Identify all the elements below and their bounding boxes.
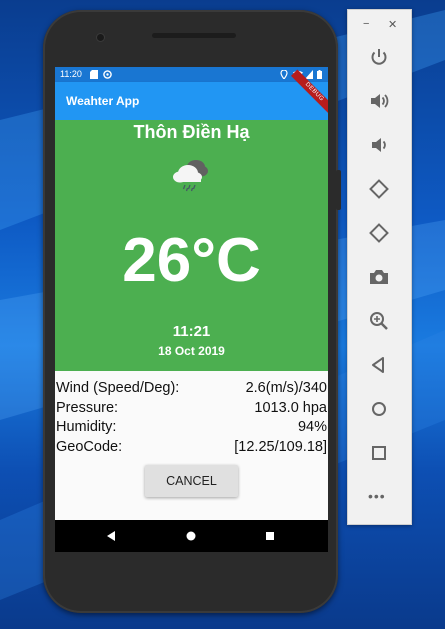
rotate-left-icon[interactable] <box>367 177 391 201</box>
camera-icon[interactable] <box>367 265 391 289</box>
cancel-button[interactable]: CANCEL <box>145 465 238 497</box>
battery-icon <box>317 70 322 79</box>
pressure-label: Pressure: <box>56 399 119 416</box>
minimize-button[interactable]: − <box>363 18 369 30</box>
wind-value: 2.6(m/s)/340 <box>245 380 327 396</box>
power-icon[interactable] <box>367 45 391 69</box>
rotate-right-icon[interactable] <box>367 221 391 245</box>
home-icon[interactable] <box>184 529 198 543</box>
back-icon[interactable] <box>104 529 118 543</box>
status-bar: 11:20 <box>55 67 328 82</box>
detail-row-pressure: Pressure: 1013.0 hpa <box>55 399 328 419</box>
emulator-control-panel: − ✕ ••• <box>347 9 412 525</box>
phone-side-button[interactable] <box>336 170 341 210</box>
humidity-value: 94% <box>297 419 327 435</box>
weather-details: Wind (Speed/Deg): 2.6(m/s)/340 Pressure:… <box>55 379 328 457</box>
overview-icon[interactable] <box>263 529 277 543</box>
android-nav-bar <box>55 520 328 552</box>
app-bar: Weahter App DEBUG <box>55 69 328 120</box>
geocode-label: GeoCode: <box>56 438 123 455</box>
phone-screen: 11:20 Weahter App DEBUG Thôn Điền Hạ 26°… <box>55 67 328 552</box>
overview-icon[interactable] <box>367 441 391 465</box>
detail-row-humidity: Humidity: 94% <box>55 418 328 438</box>
weather-panel: Thôn Điền Hạ 26°C 11:21 18 Oct 2019 <box>55 120 328 371</box>
humidity-label: Humidity: <box>56 419 117 435</box>
app-title: Weahter App <box>66 94 140 108</box>
zoom-icon[interactable] <box>367 309 391 333</box>
observation-time: 11:21 <box>172 323 211 340</box>
sd-card-icon <box>90 70 98 79</box>
temperature: 26°C <box>122 226 261 295</box>
wind-label: Wind (Speed/Deg): <box>56 380 180 396</box>
location-icon <box>280 70 288 79</box>
sync-icon <box>103 70 112 79</box>
city-name: Thôn Điền Hạ <box>133 122 250 142</box>
close-button[interactable]: ✕ <box>388 18 397 31</box>
volume-down-icon[interactable] <box>367 133 391 157</box>
geocode-value: [12.25/109.18] <box>234 438 327 455</box>
earpiece-speaker <box>152 33 236 38</box>
volume-up-icon[interactable] <box>367 89 391 113</box>
observation-date: 18 Oct 2019 <box>158 344 225 358</box>
front-camera <box>97 34 104 41</box>
more-options-icon[interactable]: ••• <box>368 488 386 504</box>
rain-cloud-icon <box>173 160 208 192</box>
pressure-value: 1013.0 hpa <box>254 399 327 416</box>
detail-row-wind: Wind (Speed/Deg): 2.6(m/s)/340 <box>55 379 328 399</box>
detail-row-geocode: GeoCode: [12.25/109.18] <box>55 438 328 458</box>
back-icon[interactable] <box>367 353 391 377</box>
status-time: 11:20 <box>60 69 82 79</box>
home-icon[interactable] <box>367 397 391 421</box>
